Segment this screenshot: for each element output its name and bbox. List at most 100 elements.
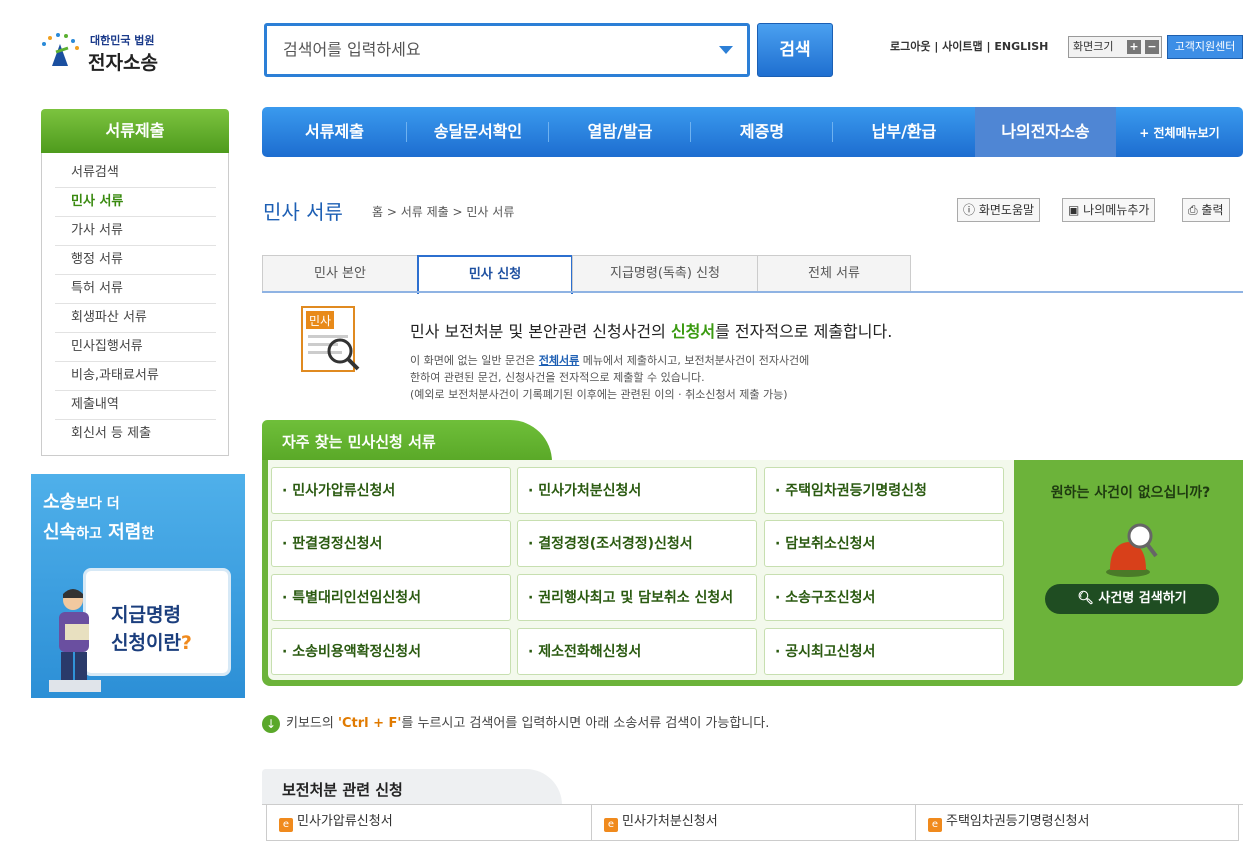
logo-title: 전자소송 [88,52,158,74]
frequent-item[interactable]: · 특별대리인선임신청서 [271,574,511,621]
court-logo[interactable]: 대한민국 법원 전자소송 [38,28,178,78]
frequent-item[interactable]: · 소송비용액확정신청서 [271,628,511,675]
frequent-item[interactable]: · 민사가처분신청서 [517,467,757,514]
intro-sub-text: 이 화면에 없는 일반 문건은 전체서류 메뉴에서 제출하시고, 보전처분사건이… [410,352,809,403]
frequent-documents-panel: 자주 찾는 민사신청 서류 · 민사가압류신청서 · 민사가처분신청서 · 주택… [262,420,1243,686]
case-search-area: 원하는 사건이 없으십니까? 🔍︎ 사건명 검색하기 [1018,460,1243,686]
hint-shortcut: 'Ctrl + F' [337,716,402,731]
font-size-label: 화면크기 [1073,40,1114,53]
sidebar-item-family[interactable]: 가사 서류 [55,217,216,246]
help-button[interactable]: ⓘ 화면도움말 [957,198,1041,222]
intro-text: 민사 보전처분 및 본안관련 신청사건의 [410,322,671,341]
intro-sub-line: 메뉴에서 제출하시고, 보전처분사건이 전자사건에 [579,354,810,367]
hint-text: 를 누르시고 검색어를 입력하시면 아래 소송서류 검색이 가능합니다. [401,716,770,731]
main-navigation: 서류제출 송달문서확인 열람/발급 제증명 납부/환급 나의전자소송 + 전체메… [262,107,1243,157]
e-document-icon: e [279,818,293,832]
banner-text: 신청이란 [111,632,181,654]
sidebar-item-submission-history[interactable]: 제출내역 [55,391,216,420]
nav-payment-refund[interactable]: 납부/환급 [833,107,975,157]
frequent-item[interactable]: · 소송구조신청서 [764,574,1004,621]
hint-text: 키보드의 [286,716,338,731]
zoom-in-button[interactable]: + [1127,40,1141,54]
payment-order-banner[interactable]: 소송보다 더 신속하고 저렴한 지급명령 신청이란? [31,474,245,698]
nav-service-check[interactable]: 송달문서확인 [407,107,549,157]
frequent-panel-body: · 민사가압류신청서 · 민사가처분신청서 · 주택임차권등기명령신청 · 판결… [262,460,1243,686]
page-title: 민사 서류 [263,200,343,224]
section-document-table: e 민사가압류신청서 e 민사가처분신청서 e 주택임차권등기명령신청서 [262,804,1243,844]
zoom-out-button[interactable]: − [1145,40,1159,54]
frequent-item[interactable]: · 권리행사최고 및 담보취소 신청서 [517,574,757,621]
sidebar-title[interactable]: 서류제출 [41,109,229,153]
all-documents-link[interactable]: 전체서류 [539,354,579,367]
case-search-label: 사건명 검색하기 [1098,591,1187,606]
frequent-item[interactable]: · 공시최고신청서 [764,628,1004,675]
support-center-button[interactable]: 고객지원센터 [1167,35,1243,59]
font-size-control: 화면크기 + − [1068,36,1162,58]
frequent-item[interactable]: · 민사가압류신청서 [271,467,511,514]
intro-highlight: 신청서 [670,322,716,341]
nav-all-menu[interactable]: + 전체메뉴보기 [1116,124,1243,141]
sidebar-item-reply-submission[interactable]: 회신서 등 제출 [55,420,216,449]
chevron-down-icon[interactable] [719,46,733,54]
frequent-item[interactable]: · 담보취소신청서 [764,520,1004,567]
sidebar-item-administrative[interactable]: 행정 서류 [55,246,216,275]
section-title: 보전처분 관련 신청 [282,781,403,799]
tab-civil-application[interactable]: 민사 신청 [417,255,573,294]
keyboard-hint: ↓ 키보드의 'Ctrl + F'를 누르시고 검색어를 입력하시면 아래 소송서… [262,712,769,733]
arrow-down-icon: ↓ [262,714,280,733]
document-link-label: 민사가처분신청서 [622,814,718,829]
sidebar-item-patent[interactable]: 특허 서류 [55,275,216,304]
case-search-button[interactable]: 🔍︎ 사건명 검색하기 [1045,584,1219,614]
document-tabs: 민사 본안 민사 신청 지급명령(독촉) 신청 전체 서류 [262,255,1243,294]
sidebar-item-bankruptcy[interactable]: 회생파산 서류 [55,304,216,333]
sitemap-link[interactable]: 사이트맵 [942,38,982,54]
sidebar-item-civil-execution[interactable]: 민사집행서류 [55,333,216,362]
frequent-item[interactable]: · 판결경정신청서 [271,520,511,567]
frequent-item[interactable]: · 주택임차권등기명령신청 [764,467,1004,514]
print-button[interactable]: ⎙ 출력 [1182,198,1230,222]
document-link[interactable]: e 민사가처분신청서 [591,805,916,841]
banner-line-2: 신속하고 저렴한 [43,518,154,544]
search-input[interactable] [267,26,687,72]
document-link[interactable]: e 민사가압류신청서 [266,805,592,841]
section-tab: 보전처분 관련 신청 [262,769,562,805]
sidebar-item-document-search[interactable]: 서류검색 [55,159,216,188]
nav-my-e-litigation[interactable]: 나의전자소송 [975,107,1116,157]
english-link[interactable]: ENGLISH [994,40,1048,53]
logo-icon [42,33,79,66]
document-link[interactable]: e 주택임차권등기명령신청서 [915,805,1239,841]
frequent-panel-title: 자주 찾는 민사신청 서류 [282,433,436,451]
frequent-item[interactable]: · 결정경정(조서경정)신청서 [517,520,757,567]
nav-view-issue[interactable]: 열람/발급 [549,107,691,157]
banner-text: 한 [141,526,155,542]
tab-payment-order[interactable]: 지급명령(독촉) 신청 [572,255,758,292]
civil-document-icon: 민사 [301,306,360,372]
add-my-menu-button[interactable]: ▣ 나의메뉴추가 [1062,198,1156,222]
intro-text: 를 전자적으로 제출합니다. [715,322,893,341]
tab-all-documents[interactable]: 전체 서류 [757,255,911,292]
sidebar-item-civil[interactable]: 민사 서류 [55,188,216,217]
alarm-search-icon [1106,523,1158,577]
document-link-label: 주택임차권등기명령신청서 [946,814,1090,829]
banner-calendar-text-2: 신청이란? [111,628,192,655]
intro-sub-line: 한하여 관련된 문건, 신청사건을 전자적으로 제출할 수 있습니다. [410,371,705,384]
question-mark: ? [180,632,192,654]
utility-links: 로그아웃 | 사이트맵 | ENGLISH [890,38,1049,54]
nav-document-submit[interactable]: 서류제출 [262,107,407,157]
folder-plus-icon: ▣ [1068,203,1084,217]
search-icon: 🔍︎ [1077,591,1099,606]
frequent-item[interactable]: · 제소전화해신청서 [517,628,757,675]
e-document-icon: e [928,818,942,832]
sidebar-item-non-contentious[interactable]: 비송,과태료서류 [55,362,216,391]
search-button[interactable]: 검색 [757,23,833,77]
nav-certificates[interactable]: 제증명 [691,107,833,157]
tab-divider [262,291,1243,293]
case-question: 원하는 사건이 없으십니까? [1050,485,1211,501]
search-box [264,23,750,77]
banner-text: 보다 더 [76,496,120,512]
help-label: 화면도움말 [978,203,1035,217]
logout-link[interactable]: 로그아웃 [890,38,930,54]
tab-civil-main[interactable]: 민사 본안 [262,255,418,292]
banner-text: 소송 [43,492,77,513]
banner-calendar-text-1: 지급명령 [111,604,181,626]
